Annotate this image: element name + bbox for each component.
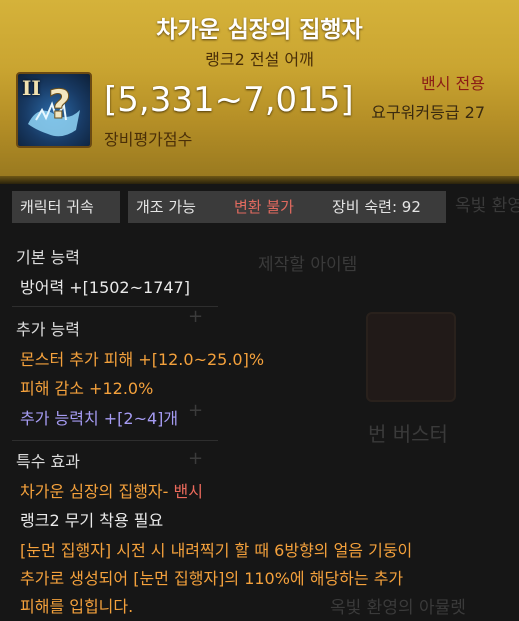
special-effect-class: 밴시	[168, 482, 203, 501]
special-effect-desc-3: 피해를 입힙니다.	[20, 597, 134, 616]
expand-plus-icon: +	[188, 448, 204, 469]
header-divider	[0, 176, 519, 184]
monster-damage-stat: 몬스터 추가 피해 +[12.0~25.0]%	[20, 350, 265, 369]
item-name: 차가운 심장의 집행자	[156, 17, 363, 43]
special-effect-requirement: 랭크2 무기 착용 필요	[20, 511, 164, 530]
equipment-score: [5,331~7,015]	[104, 80, 354, 120]
extra-stat-count: 추가 능력치 +[2~4]개	[20, 409, 179, 428]
expand-plus-icon: +	[188, 400, 204, 421]
tag-not-convertible: 변환 불가	[226, 191, 325, 223]
equipment-score-label: 장비평가점수	[104, 130, 193, 149]
tooltip-header: 차가운 심장의 집행자 랭크2 전설 어깨 ? II [5,331~7,015]…	[0, 0, 519, 176]
special-effect-name: 차가운 심장의 집행자- 밴시	[20, 478, 203, 502]
divider	[12, 440, 218, 441]
required-level: 요구워커등급 27	[371, 103, 485, 122]
svg-text:?: ?	[48, 82, 71, 128]
item-icon: ? II	[16, 72, 92, 148]
expand-plus-icon: +	[188, 306, 204, 327]
special-effect-desc-2: 추가로 생성되어 [눈먼 집행자]의 110%에 해당하는 추가	[20, 569, 404, 588]
item-grade: 랭크2 전설 어깨	[205, 50, 314, 69]
special-effect-title: 특수 효과	[16, 452, 80, 471]
class-restriction: 밴시 전용	[421, 74, 485, 93]
special-effect-desc-1: [눈먼 집행자] 시전 시 내려찍기 할 때 6방향의 얼음 기둥이	[20, 541, 413, 560]
special-effect-set-name: 차가운 심장의 집행자-	[20, 482, 169, 501]
damage-reduction-stat: 피해 감소 +12.0%	[20, 379, 154, 398]
extra-stats-title: 추가 능력	[16, 320, 80, 339]
tag-proficiency: 장비 숙련: 92	[324, 191, 446, 223]
tag-bound: 캐릭터 귀속	[12, 191, 120, 223]
item-tooltip: 차가운 심장의 집행자 랭크2 전설 어깨 ? II [5,331~7,015]…	[0, 0, 519, 621]
rank-mark: II	[22, 76, 41, 100]
defense-stat: 방어력 +[1502~1747]	[20, 278, 190, 297]
basic-stats-title: 기본 능력	[16, 248, 80, 267]
tag-modifiable: 개조 가능	[128, 191, 230, 223]
